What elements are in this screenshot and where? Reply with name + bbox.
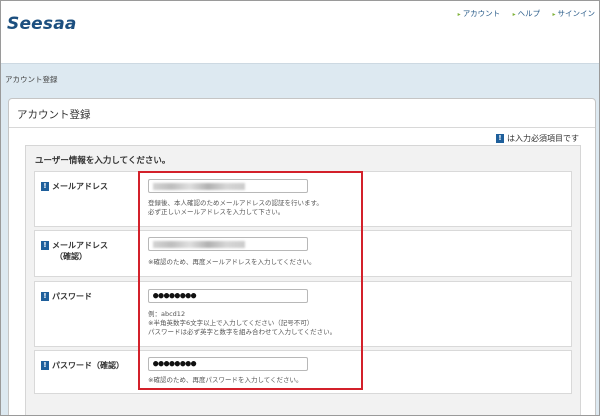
password-field[interactable]: ●●●●●●●● — [148, 289, 308, 303]
form-row-password: ! パスワード ●●●●●●●● 例：abcd12 ※半角英数字6文字以上で入力し… — [34, 281, 572, 347]
required-icon: ! — [41, 361, 49, 370]
password-label: ! パスワード — [41, 291, 92, 302]
section-title: ユーザー情報を入力してください。 — [35, 156, 171, 166]
nav-link-signin[interactable]: ▸ サインイン — [552, 9, 595, 18]
password-help: 例：abcd12 ※半角英数字6文字以上で入力してください（記号不可） パスワー… — [148, 310, 337, 336]
required-icon: ! — [41, 241, 49, 250]
email-label: ! メールアドレス — [41, 181, 108, 192]
email-confirm-label: ! メールアドレス （確認） — [41, 240, 108, 262]
registration-panel: アカウント登録 ! は入力必須項目です ユーザー情報を入力してください。 ! メール… — [8, 98, 596, 415]
seesaa-logo[interactable]: Seesaa — [7, 14, 77, 34]
page-title: アカウント登録 — [17, 109, 91, 121]
arrow-right-icon: ▸ — [552, 11, 556, 18]
user-info-section: ユーザー情報を入力してください。 ! メールアドレス 登録後、本人確認のためメール… — [25, 145, 581, 415]
browser-frame: Seesaa ▸ アカウント ▸ ヘルプ ▸ サインイン アカウント登録 アカウント登… — [0, 0, 600, 416]
email-field[interactable] — [148, 179, 308, 193]
nav-link-help[interactable]: ▸ ヘルプ — [513, 9, 541, 18]
site-header: Seesaa ▸ アカウント ▸ ヘルプ ▸ サインイン — [1, 1, 599, 63]
email-help: 登録後、本人確認のためメールアドレスの認証を行います。 必ず正しいメールアドレス… — [148, 199, 323, 216]
required-icon: ! — [41, 182, 49, 191]
nav-link-account[interactable]: ▸ アカウント — [458, 9, 501, 18]
arrow-right-icon: ▸ — [457, 11, 461, 18]
title-divider — [9, 127, 595, 128]
email-confirm-field[interactable] — [148, 237, 308, 251]
top-nav: ▸ アカウント ▸ ヘルプ ▸ サインイン — [448, 8, 595, 19]
redacted-value — [153, 241, 245, 248]
breadcrumb-bar: アカウント登録 — [1, 63, 599, 93]
password-confirm-help: ※確認のため、再度パスワードを入力してください。 — [148, 376, 303, 384]
password-confirm-label: ! パスワード（確認） — [41, 360, 124, 371]
form-row-email: ! メールアドレス 登録後、本人確認のためメールアドレスの認証を行います。 必ず正… — [34, 171, 572, 227]
required-icon: ! — [41, 292, 49, 301]
redacted-value — [153, 183, 245, 190]
password-confirm-field[interactable]: ●●●●●●●● — [148, 357, 308, 371]
required-note: ! は入力必須項目です — [496, 133, 579, 144]
arrow-right-icon: ▸ — [512, 11, 516, 18]
form-row-email-confirm: ! メールアドレス （確認） ※確認のため、再度メールアドレスを入力してください。 — [34, 230, 572, 277]
form-row-password-confirm: ! パスワード（確認） ●●●●●●●● ※確認のため、再度パスワードを入力してく… — [34, 350, 572, 394]
email-confirm-help: ※確認のため、再度メールアドレスを入力してください。 — [148, 258, 316, 266]
breadcrumb: アカウント登録 — [5, 75, 58, 84]
required-icon: ! — [496, 134, 504, 143]
